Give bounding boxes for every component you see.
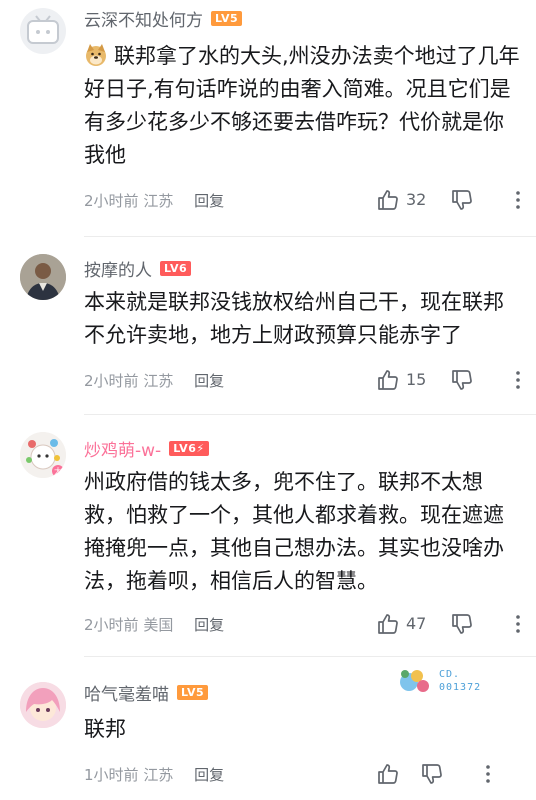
character-sticker-icon	[400, 670, 429, 692]
comment-actions	[376, 762, 536, 786]
level-badge-text: LV6	[173, 442, 197, 455]
level-badge: LV6⚡	[169, 441, 209, 456]
comment-divider	[84, 236, 536, 237]
thumbs-down-icon[interactable]	[450, 188, 474, 212]
sticker-text: CD. 001372	[439, 669, 482, 693]
more-vertical-icon[interactable]	[506, 612, 530, 636]
comment-time: 2小时前	[84, 192, 139, 210]
like-count: 15	[406, 370, 427, 389]
comment-meta: 2小时前 美国 回复	[84, 614, 224, 635]
username-text[interactable]: 炒鸡萌-w-	[84, 436, 161, 461]
comment-meta: 1小时前 江苏 回复	[84, 764, 224, 785]
comment-actions: 15	[376, 368, 536, 392]
tv-mascot-avatar-icon	[27, 15, 59, 44]
thumbs-down-icon[interactable]	[450, 612, 474, 636]
pink-hair-anime-avatar-icon	[20, 682, 66, 728]
level-badge: LV5	[211, 11, 243, 26]
reply-button[interactable]: 回复	[194, 616, 224, 634]
comment-actions: 32	[376, 188, 536, 212]
thumbs-down-icon[interactable]	[420, 762, 444, 786]
thumbs-up-icon[interactable]	[376, 188, 400, 212]
comment-meta: 2小时前 江苏 回复	[84, 370, 224, 391]
anime-avatar-icon: 大	[20, 432, 66, 478]
avatar[interactable]: 大	[20, 432, 66, 478]
reply-button[interactable]: 回复	[194, 372, 224, 390]
comment-text: 本来就是联邦没钱放权给州自己干，现在联邦不允许卖地，地方上财政预算只能赤字了	[84, 290, 504, 347]
more-vertical-icon[interactable]	[506, 368, 530, 392]
comment-time: 2小时前	[84, 616, 139, 634]
level-badge: LV6	[160, 261, 192, 276]
comment-location: 江苏	[143, 192, 174, 210]
username[interactable]: 炒鸡萌-w- LV6⚡	[84, 436, 209, 461]
username-text[interactable]: 哈气毫羞喵	[84, 680, 169, 705]
reply-button[interactable]: 回复	[194, 766, 224, 784]
more-vertical-icon[interactable]	[506, 188, 530, 212]
comment-location: 江苏	[143, 372, 174, 390]
reply-button[interactable]: 回复	[194, 192, 224, 210]
user-photo-avatar-icon	[20, 254, 66, 300]
avatar[interactable]	[20, 8, 66, 54]
thumbs-up-icon[interactable]	[376, 612, 400, 636]
avatar[interactable]	[20, 682, 66, 728]
doge-emoji-icon	[86, 44, 106, 66]
thumbs-up-icon[interactable]	[376, 762, 400, 786]
like-count: 32	[406, 190, 427, 209]
username[interactable]: 云深不知处何方 LV5	[84, 6, 243, 31]
username-text[interactable]: 按摩的人	[84, 256, 152, 281]
comment-divider	[84, 414, 536, 415]
comment-text-content: 联邦拿了水的大头,州没办法卖个地过了几年好日子,有句话咋说的由奢入简难。况且它们…	[84, 44, 520, 167]
fan-badge-sticker: CD. 001372	[395, 666, 495, 698]
comment-time: 1小时前	[84, 766, 139, 784]
comment-text: 联邦拿了水的大头,州没办法卖个地过了几年好日子,有句话咋说的由奢入简难。况且它们…	[84, 40, 524, 172]
comment-actions: 47	[376, 612, 536, 636]
comment-text: 州政府借的钱太多，兜不住了。联邦不太想救，怕救了一个，其他人都求着救。现在遮遮掩…	[84, 470, 504, 593]
level-badge: LV5	[177, 685, 209, 700]
thumbs-down-icon[interactable]	[450, 368, 474, 392]
lightning-icon: ⚡	[196, 442, 205, 455]
comment-location: 美国	[143, 616, 174, 634]
username[interactable]: 哈气毫羞喵 LV5	[84, 680, 209, 705]
comment-text: 联邦	[84, 717, 126, 741]
svg-text:大: 大	[54, 466, 62, 476]
more-vertical-icon[interactable]	[476, 762, 500, 786]
username-text[interactable]: 云深不知处何方	[84, 6, 203, 31]
comment-location: 江苏	[143, 766, 174, 784]
avatar[interactable]	[20, 254, 66, 300]
comment-time: 2小时前	[84, 372, 139, 390]
comment-divider	[84, 656, 536, 657]
comment-meta: 2小时前 江苏 回复	[84, 190, 224, 211]
like-count: 47	[406, 614, 427, 633]
thumbs-up-icon[interactable]	[376, 368, 400, 392]
username[interactable]: 按摩的人 LV6	[84, 256, 192, 281]
